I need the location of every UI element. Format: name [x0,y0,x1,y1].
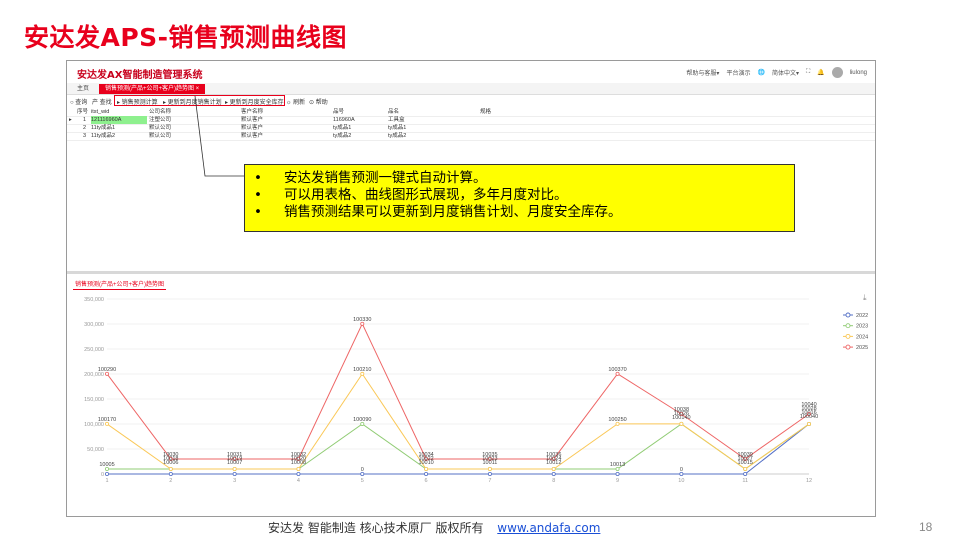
series-line-2023 [106,423,810,470]
data-point [743,471,748,476]
data-point [232,466,237,471]
y-tick-label: 250,000 [84,347,104,353]
data-point [487,471,492,476]
data-label: 100370 [608,367,626,373]
data-label: 100040 [800,414,818,420]
x-tick-label: 2 [169,478,172,484]
data-point [679,421,684,426]
data-point [743,466,748,471]
legend-label: 2023 [856,324,868,330]
y-tick-label: 350,000 [84,297,104,303]
data-label: 10010 [418,460,433,466]
data-point [487,466,492,471]
data-label: 100250 [608,417,626,423]
x-tick-label: 10 [678,478,684,484]
footer-text: 安达发 智能制造 核心技术原厂 版权所有 [268,521,484,535]
y-tick-label: 0 [101,472,104,478]
legend-label: 2022 [856,313,868,319]
x-tick-label: 8 [552,478,555,484]
data-label: 10015 [738,460,753,466]
data-point [551,466,556,471]
legend-marker [845,344,851,350]
data-label: 100140 [672,415,690,421]
footer-link[interactable]: www.andafa.com [497,521,600,535]
callout-item: 可以用表格、曲线图形式展现，多年月度对比。 [245,187,794,204]
x-tick-label: 9 [616,478,619,484]
line-chart: 350,000300,000250,000200,000150,000100,0… [84,95,868,484]
legend-label: 2025 [856,345,868,351]
legend-marker [845,323,851,329]
data-label: 100330 [353,317,371,323]
callout-connector [194,95,244,177]
callout-item: 销售预测结果可以更新到月度销售计划、月度安全库存。 [245,204,794,221]
series-line-2025 [106,322,810,460]
data-point [296,471,301,476]
data-label: 100090 [353,417,371,423]
data-point [807,421,812,426]
page-number: 18 [919,520,933,534]
callout-item: 安达发销售预测一键式自动计算。 [245,170,794,187]
data-label: 10008 [291,460,306,466]
data-label: 10006 [163,460,178,466]
data-point [424,471,429,476]
legend-marker [845,333,851,339]
x-tick-label: 6 [425,478,428,484]
data-point [105,471,110,476]
legend-label: 2024 [856,334,868,340]
data-label: 10005 [99,462,114,468]
data-label: 10012 [546,460,561,466]
data-label: 100170 [98,417,116,423]
data-label: 10013 [610,462,625,468]
data-point [168,471,173,476]
data-label: 100290 [98,367,116,373]
data-label: 10011 [482,460,497,466]
data-label: 0 [680,467,683,473]
data-label: 10007 [227,460,242,466]
data-point [424,466,429,471]
x-tick-label: 4 [297,478,300,484]
callout-box: 安达发销售预测一键式自动计算。 可以用表格、曲线图形式展现，多年月度对比。 销售… [244,164,795,232]
data-label: 0 [361,467,364,473]
data-point [296,466,301,471]
y-tick-label: 150,000 [84,397,104,403]
y-tick-label: 200,000 [84,372,104,378]
legend-marker [845,312,851,318]
data-point [615,471,620,476]
data-label: 100210 [353,367,371,373]
y-tick-label: 300,000 [84,322,104,328]
x-tick-label: 3 [233,478,236,484]
series-line-2024 [106,372,810,470]
footer: 安达发 智能制造 核心技术原厂 版权所有 www.andafa.com [268,519,600,536]
data-point [232,471,237,476]
x-tick-label: 1 [105,478,108,484]
x-tick-label: 11 [742,478,748,484]
x-tick-label: 12 [806,478,812,484]
y-tick-label: 50,000 [87,447,104,453]
x-tick-label: 7 [488,478,491,484]
x-tick-label: 5 [361,478,364,484]
data-point [551,471,556,476]
data-point [168,466,173,471]
